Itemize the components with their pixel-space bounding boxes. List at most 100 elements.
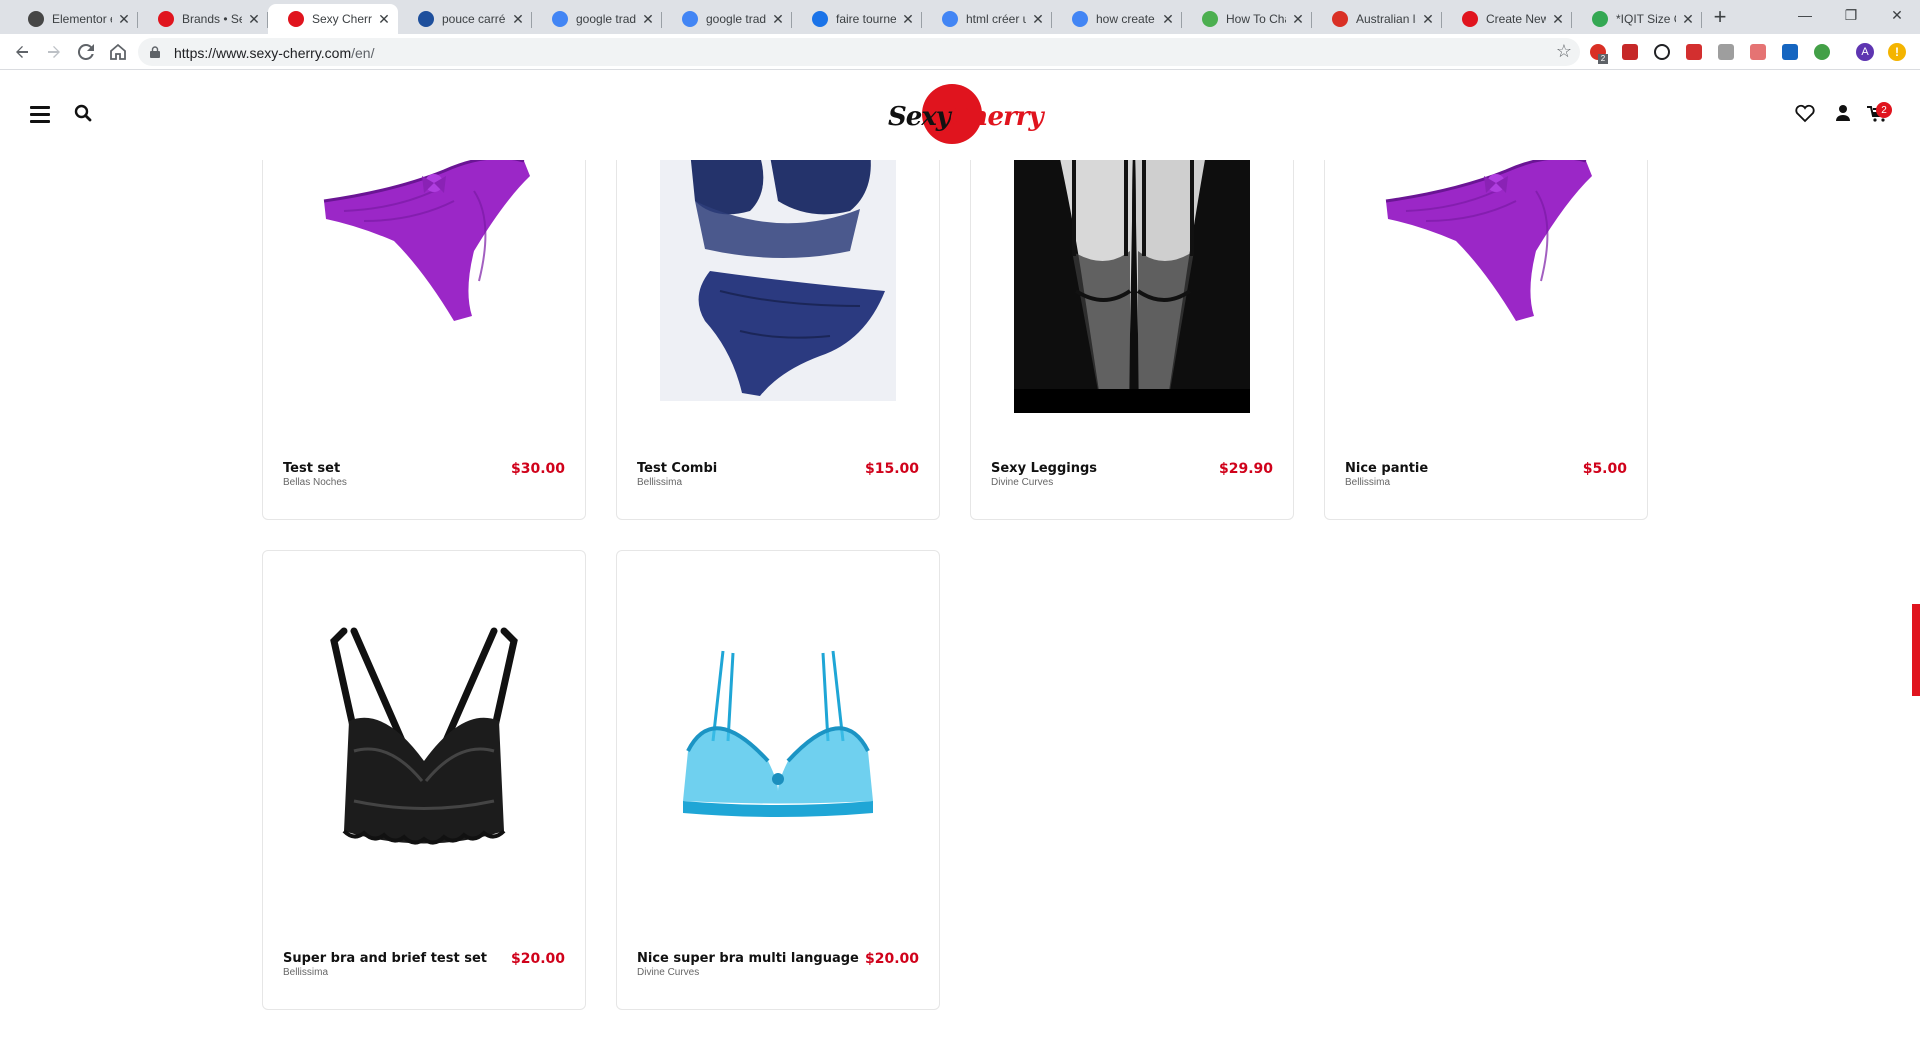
bookmark-star-icon[interactable]: ☆ [1556, 41, 1572, 62]
back-arrow-icon [16, 46, 28, 58]
browser-tab[interactable]: Elementor e ✕ [8, 4, 138, 34]
browser-tab-label: Sexy Cherry [312, 12, 372, 26]
extension-acrobat-icon[interactable] [1750, 44, 1766, 60]
close-tab-icon[interactable]: ✕ [900, 11, 916, 28]
browser-tab-label: google tradu [576, 12, 636, 26]
reload-icon [78, 44, 94, 60]
close-tab-icon[interactable]: ✕ [1420, 11, 1436, 28]
extension-circle-icon[interactable] [1654, 44, 1670, 60]
close-window-button[interactable]: ✕ [1874, 0, 1920, 30]
browser-toolbar: https://www.sexy-cherry.com/en/ ☆ 2 A ! [0, 34, 1920, 70]
wishlist-heart-icon[interactable] [1794, 102, 1816, 124]
browser-tab[interactable]: *IQIT Size C ✕ [1572, 4, 1702, 34]
back-button[interactable] [10, 40, 34, 64]
new-tab-button[interactable]: + [1708, 6, 1732, 30]
product-name[interactable]: Sexy Leggings [991, 461, 1097, 476]
product-name[interactable]: Test set [283, 461, 340, 476]
extension-n-icon[interactable] [1782, 44, 1798, 60]
product-image-purple-lace-thong[interactable] [1325, 131, 1647, 391]
product-name[interactable]: Super bra and brief test set [283, 951, 487, 966]
search-icon[interactable] [74, 104, 92, 122]
browser-tab[interactable]: google tradu ✕ [662, 4, 792, 34]
cart-count-badge: 2 [1876, 102, 1892, 118]
home-button[interactable] [106, 40, 130, 64]
browser-tab-label: Create New [1486, 12, 1546, 26]
site-header: SexyCherry 2 [0, 70, 1900, 160]
google-icon [1072, 11, 1088, 27]
logo-text-cherry: Cherry [949, 102, 1044, 132]
lock-icon [150, 46, 160, 58]
close-tab-icon[interactable]: ✕ [640, 11, 656, 28]
edit-icon [1592, 11, 1608, 27]
extension-pdf-icon[interactable] [1686, 44, 1702, 60]
w3schools-icon [1202, 11, 1218, 27]
extension-video-icon[interactable] [1622, 44, 1638, 60]
profile-avatar[interactable]: A [1856, 43, 1874, 61]
extension-code-icon[interactable] [1718, 44, 1734, 60]
browser-tab[interactable]: faire tourner ✕ [792, 4, 922, 34]
browser-tab-label: google tradu [706, 12, 766, 26]
wordpress-icon [28, 11, 44, 27]
close-tab-icon[interactable]: ✕ [246, 11, 262, 28]
browser-tab[interactable]: Brands • Sex ✕ [138, 4, 268, 34]
close-tab-icon[interactable]: ✕ [1680, 11, 1696, 28]
page-scrollbar[interactable] [1900, 70, 1920, 1040]
product-name[interactable]: Nice super bra multi language [637, 951, 859, 966]
browser-tab[interactable]: Sexy Cherry ✕ [268, 4, 398, 34]
menu-hamburger-icon[interactable] [30, 106, 50, 123]
browser-tab[interactable]: Australian la ✕ [1312, 4, 1442, 34]
sexy-cherry-favicon [1462, 11, 1478, 27]
sexy-cherry-favicon [288, 11, 304, 27]
extension-green-icon[interactable] [1814, 44, 1830, 60]
close-tab-icon[interactable]: ✕ [376, 11, 392, 28]
logo-text-sexy: Sexy [888, 102, 951, 132]
product-image-navy-lace-bra-set[interactable] [617, 131, 939, 411]
browser-tab-label: pouce carré [442, 12, 506, 26]
restore-button[interactable]: ❐ [1828, 0, 1874, 30]
browser-tab-strip: Elementor e✕Brands • Sex✕Sexy Cherry✕pou… [0, 0, 1920, 34]
gmail-icon [1332, 11, 1348, 27]
browser-tab-label: faire tourner [836, 12, 896, 26]
product-name[interactable]: Nice pantie [1345, 461, 1428, 476]
home-icon [110, 43, 126, 60]
product-image-black-lace-bralette[interactable] [263, 611, 585, 901]
google-icon [552, 11, 568, 27]
browser-tab-label: *IQIT Size C [1616, 12, 1676, 26]
product-card[interactable]: Super bra and brief test set Bellissima $2… [262, 550, 586, 1010]
close-tab-icon[interactable]: ✕ [1030, 11, 1046, 28]
product-price: $15.00 [864, 461, 919, 477]
close-tab-icon[interactable]: ✕ [510, 11, 526, 28]
product-image-purple-lace-thong[interactable] [263, 131, 585, 391]
site-logo[interactable]: SexyCherry [888, 82, 1044, 146]
product-brand: Divine Curves [637, 967, 700, 978]
close-tab-icon[interactable]: ✕ [1290, 11, 1306, 28]
forward-arrow-icon [48, 46, 60, 58]
address-bar[interactable]: https://www.sexy-cherry.com/en/ ☆ [138, 38, 1580, 66]
browser-tab[interactable]: html créer u ✕ [922, 4, 1052, 34]
account-user-icon[interactable] [1832, 102, 1854, 124]
browser-tab[interactable]: google tradu ✕ [532, 4, 662, 34]
forward-button[interactable] [42, 40, 66, 64]
page-scrollbar-thumb[interactable] [1912, 604, 1920, 696]
browser-tab[interactable]: how create s ✕ [1052, 4, 1182, 34]
product-brand: Bellas Noches [283, 477, 347, 488]
browser-tab[interactable]: How To Cha ✕ [1182, 4, 1312, 34]
close-tab-icon[interactable]: ✕ [1160, 11, 1176, 28]
product-card[interactable]: Sexy Leggings Divine Curves $29.90 [970, 130, 1294, 520]
product-card[interactable]: Test set Bellas Noches $30.00 [262, 130, 586, 520]
product-image-turquoise-lace-bra[interactable] [617, 631, 939, 891]
close-tab-icon[interactable]: ✕ [770, 11, 786, 28]
reload-button[interactable] [74, 40, 98, 64]
close-tab-icon[interactable]: ✕ [116, 11, 132, 28]
close-tab-icon[interactable]: ✕ [1550, 11, 1566, 28]
product-card[interactable]: Nice pantie Bellissima $5.00 [1324, 130, 1648, 520]
product-card[interactable]: Nice super bra multi language Divine Curv… [616, 550, 940, 1010]
product-name[interactable]: Test Combi [637, 461, 717, 476]
minimize-button[interactable]: — [1782, 0, 1828, 30]
browser-tab[interactable]: Create New ✕ [1442, 4, 1572, 34]
browser-tab[interactable]: pouce carré ✕ [398, 4, 532, 34]
browser-update-icon[interactable]: ! [1888, 43, 1906, 61]
browser-tab-label: Elementor e [52, 12, 112, 26]
product-image-black-stockings-garter[interactable] [971, 131, 1293, 423]
product-card[interactable]: Test Combi Bellissima $15.00 [616, 130, 940, 520]
